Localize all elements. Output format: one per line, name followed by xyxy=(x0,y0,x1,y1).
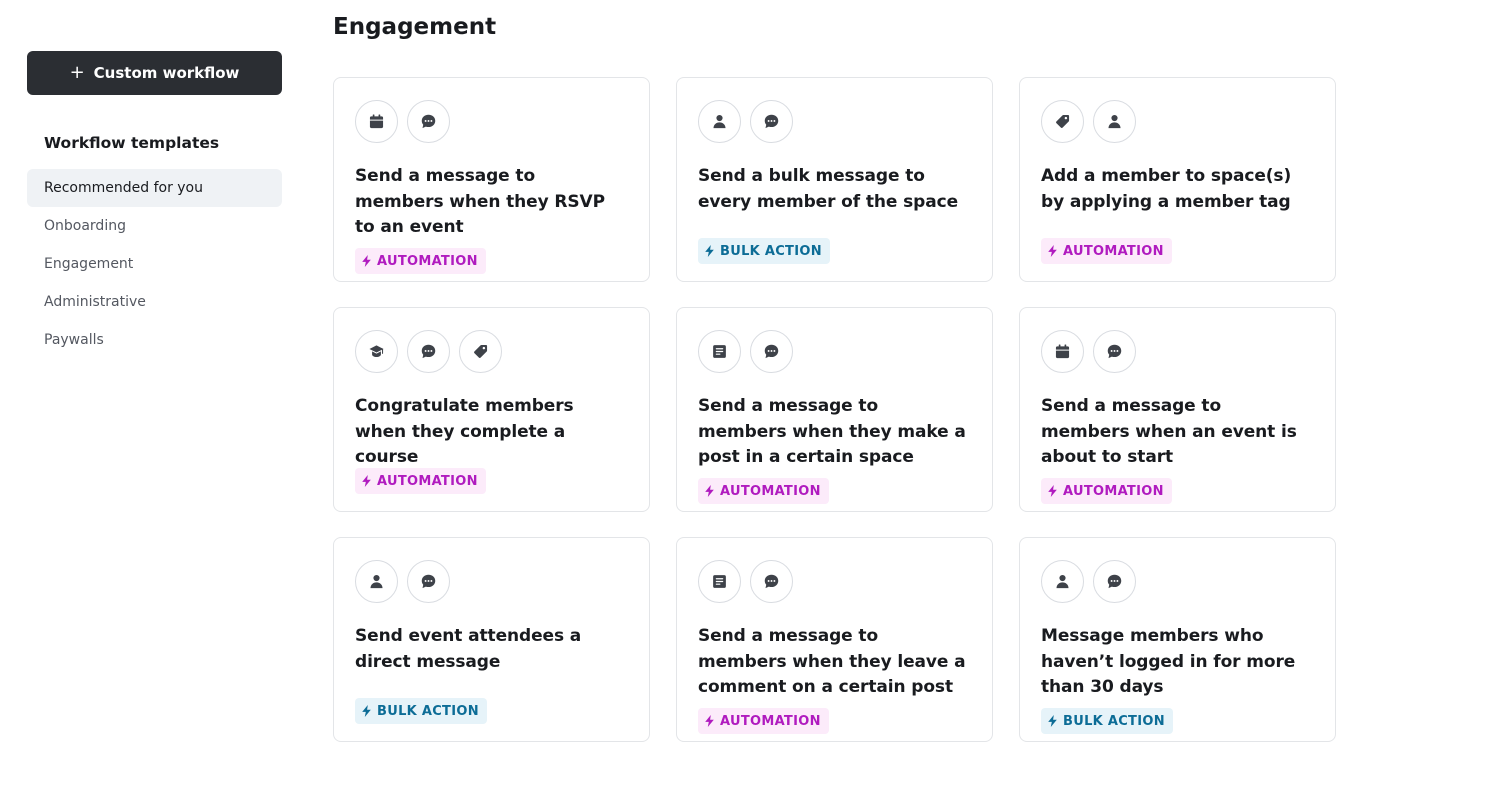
workflow-card[interactable]: Send a message to members when they RSVP… xyxy=(333,77,650,282)
chat-icon xyxy=(407,560,450,603)
card-icons xyxy=(355,560,628,603)
automation-badge: AUTOMATION xyxy=(355,468,486,494)
bulk-action-badge: BULK ACTION xyxy=(698,238,830,264)
chat-icon xyxy=(750,330,793,373)
workflow-card[interactable]: Message members who haven’t logged in fo… xyxy=(1019,537,1336,742)
user-icon xyxy=(1041,560,1084,603)
badge-label: BULK ACTION xyxy=(720,243,822,259)
workflow-template-grid: Send a message to members when they RSVP… xyxy=(333,77,1336,742)
page-title: Engagement xyxy=(333,14,497,40)
badge-label: BULK ACTION xyxy=(1063,713,1165,729)
workflow-card[interactable]: Congratulate members when they complete … xyxy=(333,307,650,512)
card-title: Send a message to members when they RSVP… xyxy=(355,166,605,237)
card-title: Send a bulk message to every member of t… xyxy=(698,166,959,212)
card-title: Send event attendees a direct message xyxy=(355,626,582,672)
custom-workflow-button[interactable]: + Custom workflow xyxy=(27,51,282,95)
card-title: Send a message to members when they leav… xyxy=(698,626,966,697)
lightning-bolt-icon xyxy=(1047,245,1063,257)
lightning-bolt-icon xyxy=(361,255,377,267)
user-icon xyxy=(698,100,741,143)
tag-icon xyxy=(1041,100,1084,143)
card-icons xyxy=(1041,330,1314,373)
card-icons xyxy=(355,100,628,143)
card-title: Add a member to space(s) by applying a m… xyxy=(1041,166,1292,212)
post-icon xyxy=(698,560,741,603)
chat-icon xyxy=(1093,560,1136,603)
lightning-bolt-icon xyxy=(704,245,720,257)
card-icons xyxy=(698,100,971,143)
user-icon xyxy=(1093,100,1136,143)
card-icons xyxy=(698,330,971,373)
card-icons xyxy=(698,560,971,603)
calendar-icon xyxy=(355,100,398,143)
custom-workflow-label: Custom workflow xyxy=(93,64,240,82)
card-title: Send a message to members when they make… xyxy=(698,396,966,467)
nav-item-onboarding[interactable]: Onboarding xyxy=(27,207,282,245)
bulk-action-badge: BULK ACTION xyxy=(1041,708,1173,734)
nav-item-administrative[interactable]: Administrative xyxy=(27,283,282,321)
automation-badge: AUTOMATION xyxy=(355,248,486,274)
chat-icon xyxy=(1093,330,1136,373)
workflow-card[interactable]: Send a message to members when an event … xyxy=(1019,307,1336,512)
user-icon xyxy=(355,560,398,603)
bulk-action-badge: BULK ACTION xyxy=(355,698,487,724)
tag-icon xyxy=(459,330,502,373)
chat-icon xyxy=(750,100,793,143)
card-title: Message members who haven’t logged in fo… xyxy=(1041,626,1296,697)
workflow-card[interactable]: Send a message to members when they make… xyxy=(676,307,993,512)
badge-label: AUTOMATION xyxy=(720,483,821,499)
automation-badge: AUTOMATION xyxy=(698,708,829,734)
workflow-card[interactable]: Send a bulk message to every member of t… xyxy=(676,77,993,282)
nav-item-paywalls[interactable]: Paywalls xyxy=(27,321,282,359)
chat-icon xyxy=(407,100,450,143)
chat-icon xyxy=(750,560,793,603)
calendar-icon xyxy=(1041,330,1084,373)
badge-label: AUTOMATION xyxy=(377,253,478,269)
lightning-bolt-icon xyxy=(361,475,377,487)
badge-label: AUTOMATION xyxy=(720,713,821,729)
badge-label: AUTOMATION xyxy=(1063,483,1164,499)
automation-badge: AUTOMATION xyxy=(1041,238,1172,264)
workflow-templates-heading: Workflow templates xyxy=(44,134,220,152)
lightning-bolt-icon xyxy=(361,705,377,717)
badge-label: AUTOMATION xyxy=(1063,243,1164,259)
card-title: Congratulate members when they complete … xyxy=(355,396,574,467)
badge-label: AUTOMATION xyxy=(377,473,478,489)
lightning-bolt-icon xyxy=(1047,715,1063,727)
card-icons xyxy=(355,330,628,373)
automation-badge: AUTOMATION xyxy=(1041,478,1172,504)
template-category-nav: Recommended for you Onboarding Engagemen… xyxy=(27,169,282,359)
main-content: Engagement Send a message to members whe… xyxy=(333,14,1336,742)
workflow-card[interactable]: Add a member to space(s) by applying a m… xyxy=(1019,77,1336,282)
card-icons xyxy=(1041,100,1314,143)
graduation-cap-icon xyxy=(355,330,398,373)
lightning-bolt-icon xyxy=(704,715,720,727)
automation-badge: AUTOMATION xyxy=(698,478,829,504)
lightning-bolt-icon xyxy=(1047,485,1063,497)
badge-label: BULK ACTION xyxy=(377,703,479,719)
sidebar: + Custom workflow Workflow templates Rec… xyxy=(27,51,282,359)
card-title: Send a message to members when an event … xyxy=(1041,396,1297,467)
nav-item-engagement[interactable]: Engagement xyxy=(27,245,282,283)
nav-item-recommended[interactable]: Recommended for you xyxy=(27,169,282,207)
workflow-card[interactable]: Send a message to members when they leav… xyxy=(676,537,993,742)
chat-icon xyxy=(407,330,450,373)
lightning-bolt-icon xyxy=(704,485,720,497)
post-icon xyxy=(698,330,741,373)
workflow-card[interactable]: Send event attendees a direct message BUL… xyxy=(333,537,650,742)
plus-icon: + xyxy=(69,62,85,83)
card-icons xyxy=(1041,560,1314,603)
